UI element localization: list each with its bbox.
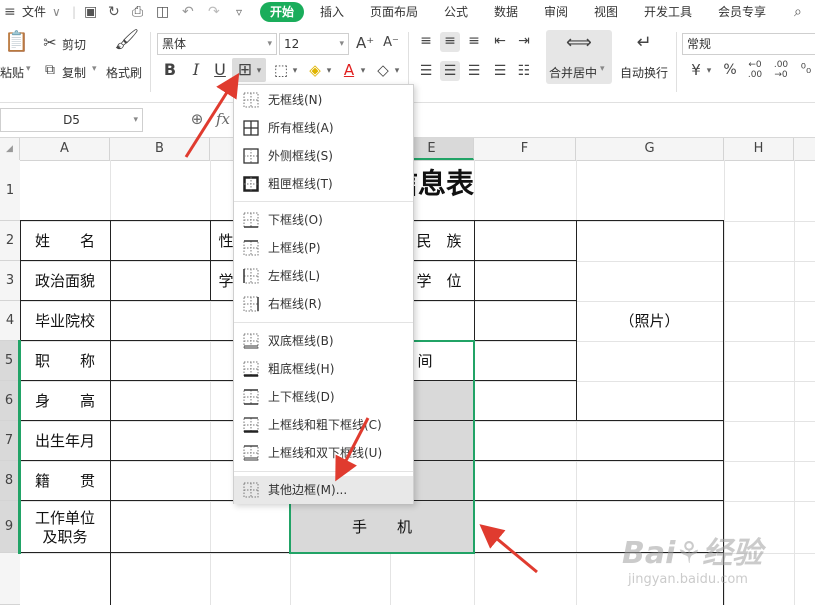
arrow-to-more-borders [335, 417, 370, 482]
arrow-to-border-button [184, 72, 240, 158]
arrow-to-selection [479, 524, 538, 574]
annotation-arrows [184, 72, 538, 574]
watermark-logo: Bai⚘经验 jingyan.baidu.com [622, 536, 763, 587]
